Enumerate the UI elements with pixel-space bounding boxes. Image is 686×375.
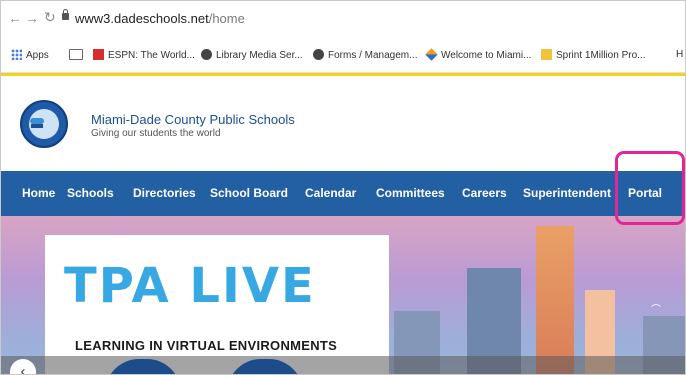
nav-directories[interactable]: Directories — [133, 186, 196, 200]
browser-window: ← → ↻ www3.dadeschools.net/home Apps ESP… — [0, 0, 686, 375]
bookmark-label: Forms / Managem... — [328, 50, 418, 61]
bird-icon: ⌒ — [651, 305, 661, 316]
building-graphic — [536, 226, 574, 374]
bookmark-apps[interactable]: Apps — [11, 49, 49, 61]
bookmark-espn[interactable]: ESPN: The World... — [93, 49, 195, 61]
folder-icon — [69, 49, 83, 60]
bookmark-label: Welcome to Miami... — [441, 50, 532, 61]
lock-icon — [62, 9, 69, 20]
back-icon[interactable]: ← — [8, 10, 22, 26]
bookmark-label: Library Media Ser... — [216, 50, 303, 61]
seal-book — [31, 124, 43, 128]
bookmark-overflow[interactable]: H — [676, 49, 683, 60]
nav-home[interactable]: Home — [22, 186, 55, 200]
url-host: www3.dadeschools.net — [75, 11, 209, 26]
bookmark-label: ESPN: The World... — [108, 50, 195, 61]
bookmark-label: H — [676, 49, 684, 60]
bookmark-forms[interactable]: Forms / Managem... — [313, 49, 417, 61]
globe-icon — [313, 49, 324, 60]
bookmark-library[interactable]: Library Media Ser... — [201, 49, 303, 61]
reload-icon[interactable]: ↻ — [44, 9, 56, 26]
site-name[interactable]: Miami-Dade County Public Schools — [91, 112, 295, 127]
nav-schools[interactable]: Schools — [67, 186, 114, 200]
nav-school-board[interactable]: School Board — [210, 186, 288, 200]
forward-icon[interactable]: → — [25, 10, 39, 26]
hero-title: TPA LIVE — [64, 258, 316, 314]
hero-subtitle: LEARNING IN VIRTUAL ENVIRONMENTS — [75, 338, 338, 353]
nav-committees[interactable]: Committees — [376, 186, 445, 200]
bookmarks-bar: Apps ESPN: The World... Library Media Se… — [1, 39, 685, 73]
url-path: /home — [208, 11, 245, 26]
bookmark-folder[interactable] — [69, 49, 83, 62]
address-bar-row: ← → ↻ www3.dadeschools.net/home — [1, 1, 685, 39]
espn-icon — [93, 49, 104, 60]
slider-strip — [1, 356, 685, 374]
site-tagline: Giving our students the world — [91, 128, 221, 139]
globe-icon — [201, 49, 212, 60]
district-seal-logo[interactable] — [20, 100, 68, 148]
url-field[interactable]: www3.dadeschools.net/home — [75, 11, 245, 26]
bookmark-welcome[interactable]: Welcome to Miami... — [425, 48, 532, 61]
sprint-icon — [541, 49, 552, 60]
diamond-icon — [425, 48, 438, 61]
nav-superintendent[interactable]: Superintendent — [523, 186, 611, 200]
nav-careers[interactable]: Careers — [462, 186, 507, 200]
nav-calendar[interactable]: Calendar — [305, 186, 356, 200]
apps-grid-icon — [11, 49, 22, 60]
portal-highlight-box — [615, 151, 685, 225]
site-header: Miami-Dade County Public Schools Giving … — [1, 76, 685, 171]
main-nav: Home Schools Directories School Board Ca… — [1, 171, 685, 216]
bookmark-label: Sprint 1Million Pro... — [556, 50, 646, 61]
bookmark-label: Apps — [26, 50, 49, 61]
bookmark-sprint[interactable]: Sprint 1Million Pro... — [541, 49, 645, 61]
